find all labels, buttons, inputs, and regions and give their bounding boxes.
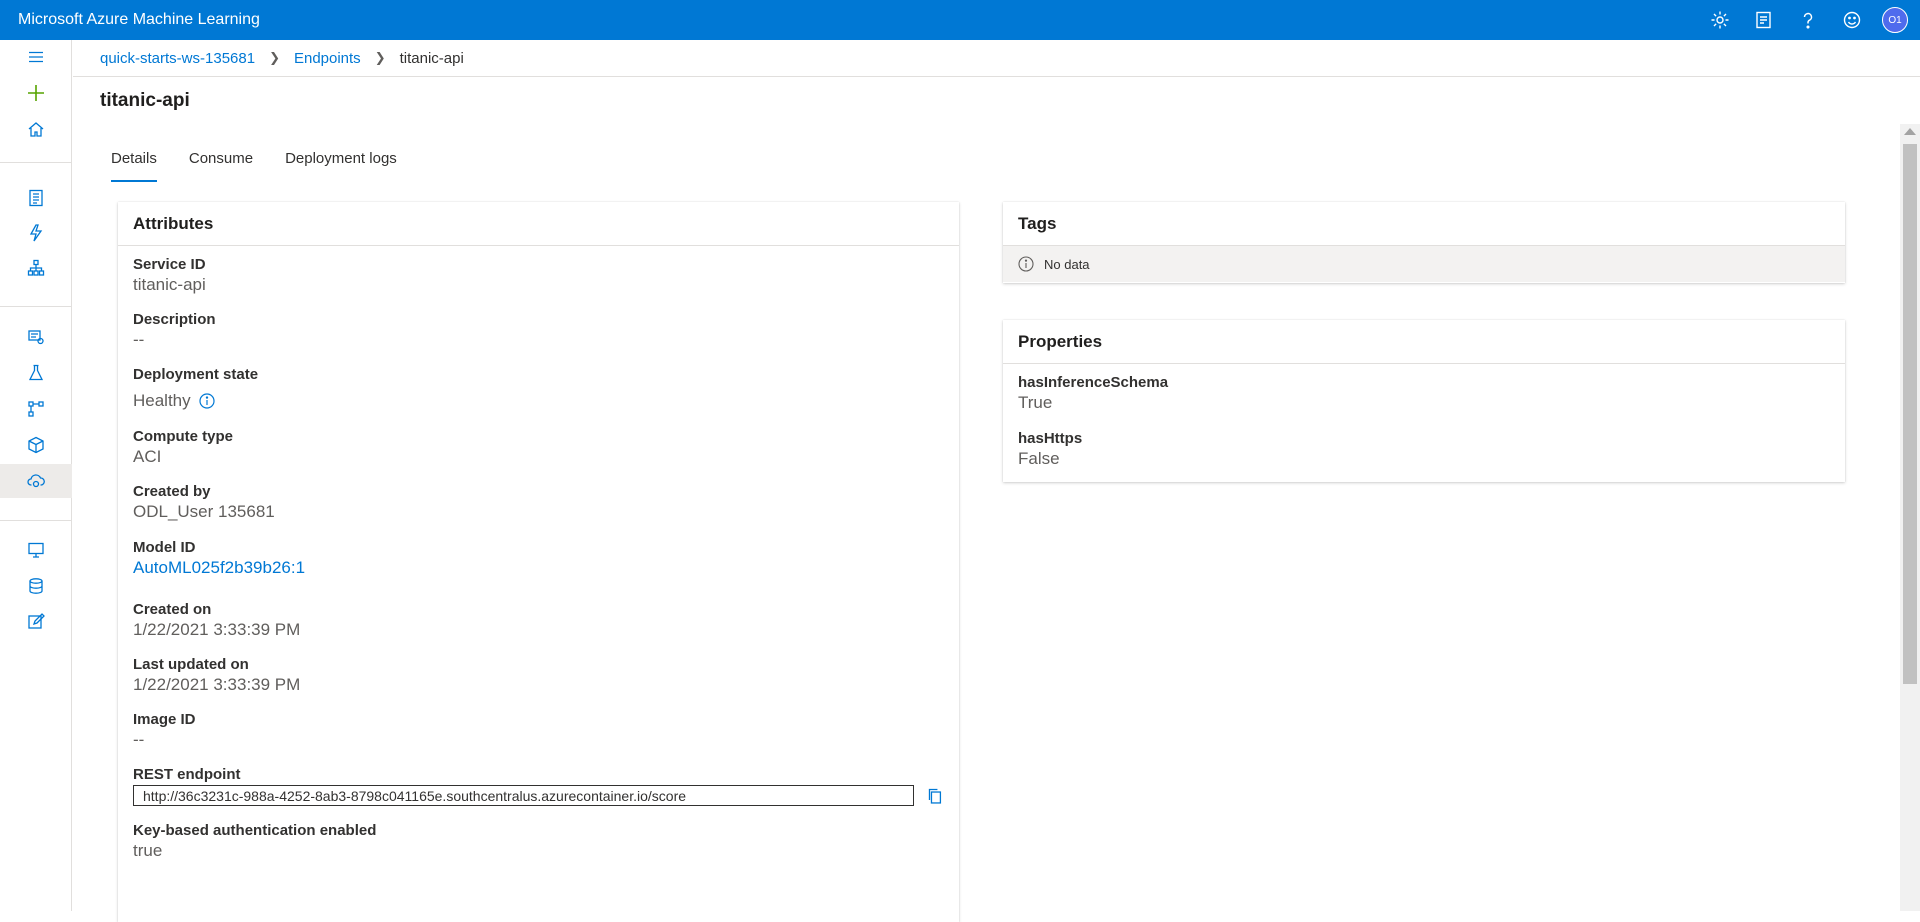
image-id-value: -- — [133, 730, 145, 749]
breadcrumb: quick-starts-ws-135681 ❯ Endpoints ❯ tit… — [73, 40, 1920, 77]
designer-icon[interactable] — [0, 251, 72, 285]
pipelines-icon[interactable] — [0, 392, 72, 426]
create-new-plus-icon[interactable] — [0, 76, 72, 110]
property-value: True — [1018, 393, 1053, 412]
compute-type-label: Compute type — [133, 428, 234, 445]
property-label: hasHttps — [1018, 430, 1083, 447]
datastores-database-icon[interactable] — [0, 569, 72, 603]
rest-endpoint-label: REST endpoint — [133, 766, 241, 783]
nav-divider — [0, 162, 72, 163]
deployment-state-attr: Deployment state Healthy — [118, 366, 959, 412]
created-by-value: ODL_User 135681 — [133, 502, 275, 521]
endpoints-cloud-icon[interactable] — [0, 464, 72, 498]
image-id-label: Image ID — [133, 711, 196, 728]
description-attr: Description -- — [118, 311, 959, 351]
app-title[interactable]: Microsoft Azure Machine Learning — [0, 11, 1698, 29]
compute-type-value: ACI — [133, 447, 162, 466]
settings-gear-icon[interactable] — [1698, 0, 1742, 40]
nav-divider — [0, 306, 72, 307]
breadcrumb-current: titanic-api — [399, 49, 464, 67]
rest-endpoint-attr: REST endpoint — [118, 766, 959, 806]
attributes-card: Attributes Service ID titanic-api Descri… — [118, 202, 959, 922]
tags-no-data-text: No data — [1044, 256, 1090, 272]
help-icon[interactable] — [1786, 0, 1830, 40]
created-by-label: Created by — [133, 483, 211, 500]
compute-type-attr: Compute type ACI — [118, 428, 959, 468]
last-updated-value: 1/22/2021 3:33:39 PM — [133, 675, 301, 694]
tags-empty-state: No data — [1003, 246, 1845, 282]
service-id-value: titanic-api — [133, 275, 206, 294]
tags-card: Tags No data — [1003, 202, 1845, 283]
tab-bar: Details Consume Deployment logs — [100, 148, 418, 182]
copy-icon[interactable] — [926, 787, 944, 805]
tab-details[interactable]: Details — [100, 148, 168, 182]
home-icon[interactable] — [0, 113, 72, 147]
page-title: titanic-api — [100, 90, 190, 111]
key-auth-label: Key-based authentication enabled — [133, 822, 377, 839]
rest-endpoint-field[interactable] — [133, 785, 915, 806]
service-id-label: Service ID — [133, 256, 206, 273]
vertical-scrollbar[interactable] — [1900, 124, 1920, 911]
deployment-state-value: Healthy — [133, 391, 191, 410]
image-id-attr: Image ID -- — [118, 711, 959, 751]
data-labeling-edit-icon[interactable] — [0, 605, 72, 639]
deployment-state-label: Deployment state — [133, 366, 259, 383]
feedback-list-icon[interactable] — [1742, 0, 1786, 40]
property-label: hasInferenceSchema — [1018, 374, 1169, 391]
properties-card: Properties hasInferenceSchema True hasHt… — [1003, 320, 1845, 482]
compute-monitor-icon[interactable] — [0, 533, 72, 567]
model-id-link[interactable]: AutoML025f2b39b26:1 — [133, 557, 944, 579]
smiley-feedback-icon[interactable] — [1830, 0, 1874, 40]
breadcrumb-workspace-link[interactable]: quick-starts-ws-135681 — [100, 50, 255, 67]
property-item: hasHttps False — [1003, 430, 1845, 470]
last-updated-label: Last updated on — [133, 656, 249, 673]
scroll-up-arrow-icon[interactable] — [1904, 128, 1916, 135]
rest-endpoint-row — [133, 785, 944, 806]
info-icon[interactable] — [199, 393, 215, 409]
tags-card-header: Tags — [1003, 202, 1845, 246]
properties-card-header: Properties — [1003, 320, 1845, 364]
last-updated-attr: Last updated on 1/22/2021 3:33:39 PM — [118, 656, 959, 696]
top-bar: Microsoft Azure Machine Learning O1 — [0, 0, 1920, 40]
key-auth-attr: Key-based authentication enabled true — [118, 822, 959, 862]
breadcrumb-endpoints-link[interactable]: Endpoints — [294, 50, 361, 67]
property-value: False — [1018, 449, 1060, 468]
experiments-flask-icon[interactable] — [0, 356, 72, 390]
property-item: hasInferenceSchema True — [1003, 374, 1845, 414]
service-id-attr: Service ID titanic-api — [118, 256, 959, 296]
created-on-attr: Created on 1/22/2021 3:33:39 PM — [118, 601, 959, 641]
chevron-right-icon: ❯ — [269, 50, 280, 65]
left-nav — [0, 40, 72, 911]
nav-divider — [0, 520, 72, 521]
deployment-state-row: Healthy — [133, 390, 944, 412]
info-icon — [1018, 256, 1034, 272]
datasets-icon[interactable] — [0, 320, 72, 354]
key-auth-value: true — [133, 841, 163, 860]
models-cube-icon[interactable] — [0, 428, 72, 462]
model-id-attr: Model ID AutoML025f2b39b26:1 — [118, 539, 959, 579]
created-by-attr: Created by ODL_User 135681 — [118, 483, 959, 523]
description-label: Description — [133, 311, 216, 328]
user-avatar[interactable]: O1 — [1882, 7, 1908, 33]
description-value: -- — [133, 330, 145, 349]
created-on-value: 1/22/2021 3:33:39 PM — [133, 620, 301, 639]
top-icons: O1 — [1698, 0, 1920, 40]
tab-consume[interactable]: Consume — [178, 148, 264, 182]
hamburger-menu-icon[interactable] — [0, 40, 72, 74]
model-id-label: Model ID — [133, 539, 196, 556]
automated-ml-icon[interactable] — [0, 216, 72, 250]
notebooks-icon[interactable] — [0, 181, 72, 215]
chevron-right-icon: ❯ — [374, 50, 386, 65]
tab-deployment-logs[interactable]: Deployment logs — [274, 148, 408, 182]
created-on-label: Created on — [133, 601, 212, 618]
attributes-card-header: Attributes — [118, 202, 959, 246]
scrollbar-thumb[interactable] — [1903, 144, 1917, 684]
